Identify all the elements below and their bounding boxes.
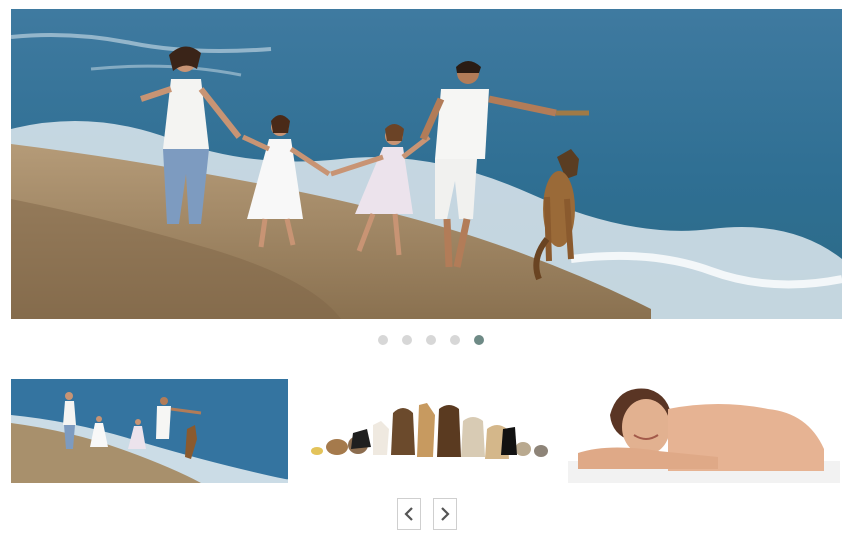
thumbnail-woman-spa[interactable]	[568, 379, 840, 483]
chevron-right-icon	[441, 507, 450, 521]
thumbnail-family-beach[interactable]	[11, 379, 288, 483]
pagination-dot-5-active[interactable]	[474, 335, 484, 345]
thumbnail-carousel	[11, 379, 840, 483]
pagination-dot-4[interactable]	[450, 335, 460, 345]
chevron-left-icon	[404, 507, 413, 521]
hero-slide-image[interactable]	[11, 9, 842, 319]
thumbnail-pets-group[interactable]	[301, 379, 561, 483]
pagination-dot-3[interactable]	[426, 335, 436, 345]
next-button[interactable]	[433, 498, 457, 530]
pagination-dot-1[interactable]	[378, 335, 388, 345]
pagination-dot-2[interactable]	[402, 335, 412, 345]
slide-pagination	[0, 335, 850, 345]
previous-button[interactable]	[397, 498, 421, 530]
